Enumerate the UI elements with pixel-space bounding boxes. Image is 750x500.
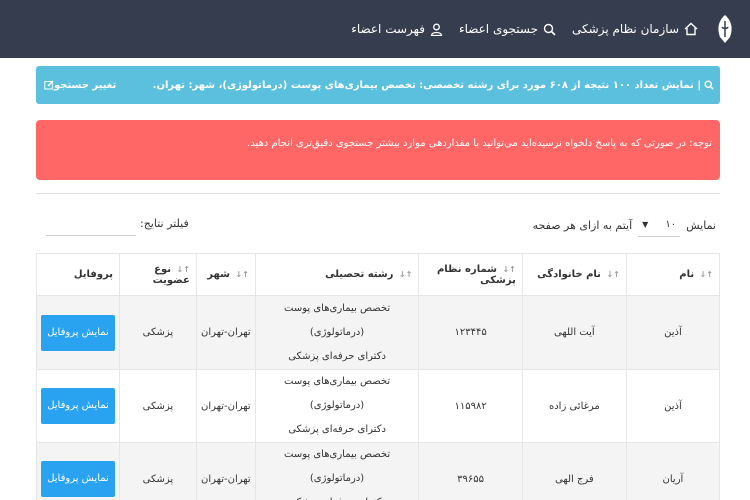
table-header-row: ↑↓ نام ↑↓ نام خانوادگی ↑↓ شماره نظام پزش…: [35, 253, 721, 296]
search-summary-text: | نمایش تعداد ۱۰۰ نتیجه از ۶۰۸ مورد برای…: [152, 79, 701, 91]
cell-last-name: آیت اللهی: [521, 295, 627, 370]
filter-input[interactable]: [46, 210, 136, 236]
home-icon: [684, 22, 698, 36]
change-search-link[interactable]: تغییر جستجو: [42, 80, 116, 91]
cell-number: ۱۱۵۹۸۲: [418, 369, 523, 443]
cell-first-name: آریان: [625, 442, 721, 500]
cell-membership: پزشکی: [119, 442, 197, 500]
items-per-page-label: آیتم به ازای هر صفحه: [532, 218, 633, 232]
nav-search-label: جستجوی اعضاء: [458, 22, 539, 36]
navbar: سازمان نظام پزشکی جستجوی اعضاء فهرست اعض…: [0, 0, 750, 58]
page-length-value: ۱۰: [665, 219, 677, 230]
cell-profile: نمایش پروفایل: [35, 442, 121, 500]
show-profile-button[interactable]: نمایش پروفایل: [41, 461, 116, 497]
search-icon: [543, 23, 556, 36]
field-degree: دکترای حرفه‌ای پزشکی: [260, 491, 415, 500]
cell-number: ۳۹۶۵۵: [418, 442, 523, 500]
col-header-number[interactable]: ↑↓ شماره نظام پزشکی: [418, 253, 523, 296]
col-header-city[interactable]: ↑↓ شهر: [195, 253, 256, 296]
table-row: آریان فرج الهی ۳۹۶۵۵ تخصص بیماری‌های پوس…: [35, 442, 721, 500]
search-icon: [704, 80, 714, 90]
field-specialty: تخصص بیماری‌های پوست (درماتولوژی): [284, 376, 391, 411]
table-controls: نمایش ۱۰ ▼ آیتم به ازای هر صفحه فیلتر نت…: [36, 210, 720, 240]
alert-text: توجه: در صورتی که به پاسخ دلخواه نرسیده‌…: [247, 138, 712, 149]
search-info-bar: | نمایش تعداد ۱۰۰ نتیجه از ۶۰۸ مورد برای…: [36, 66, 720, 104]
cell-city: تهران-تهران: [195, 295, 256, 370]
results-table: ↑↓ نام ↑↓ نام خانوادگی ↑↓ شماره نظام پزش…: [35, 253, 721, 500]
cell-last-name: مرغائی زاده: [521, 369, 627, 443]
cell-profile: نمایش پروفایل: [35, 369, 121, 443]
user-icon: [430, 23, 443, 36]
edit-icon: [44, 80, 54, 90]
show-profile-button[interactable]: نمایش پروفایل: [41, 314, 116, 351]
main-content: | نمایش تعداد ۱۰۰ نتیجه از ۶۰۸ مورد برای…: [0, 58, 750, 500]
cell-profile: نمایش پروفایل: [35, 295, 121, 370]
nav-search-members[interactable]: جستجوی اعضاء: [459, 22, 556, 36]
col-header-membership[interactable]: ↑↓ نوع عضویت: [119, 253, 197, 296]
cell-field: تخصص بیماری‌های پوست (درماتولوژی) دکترای…: [254, 369, 420, 443]
warning-alert: توجه: در صورتی که به پاسخ دلخواه نرسیده‌…: [36, 120, 720, 180]
cell-field: تخصص بیماری‌های پوست (درماتولوژی) دکترای…: [254, 295, 420, 370]
chevron-down-icon: ▼: [642, 220, 649, 229]
site-logo[interactable]: [712, 11, 738, 47]
nav-members-list[interactable]: فهرست اعضاء: [351, 22, 443, 36]
field-specialty: تخصص بیماری‌های پوست (درماتولوژی): [284, 302, 391, 338]
cell-first-name: آذین: [625, 295, 721, 370]
search-summary: | نمایش تعداد ۱۰۰ نتیجه از ۶۰۸ مورد برای…: [153, 80, 714, 91]
field-degree: دکترای حرفه‌ای پزشکی: [288, 424, 386, 435]
cell-city: تهران-تهران: [195, 442, 256, 500]
table-row: آذین آیت اللهی ۱۲۳۴۴۵ تخصص بیماری‌های پو…: [35, 295, 721, 370]
table-row: آذین مرغائی زاده ۱۱۵۹۸۲ تخصص بیماری‌های …: [35, 369, 721, 443]
page-length-control: نمایش ۱۰ ▼ آیتم به ازای هر صفحه: [533, 213, 716, 237]
col-header-field[interactable]: ↑↓ رشته تحصیلی: [254, 253, 420, 296]
cell-membership: پزشکی: [119, 369, 197, 443]
field-specialty: تخصص بیماری‌های پوست (درماتولوژی): [284, 449, 391, 484]
nav-members-label: فهرست اعضاء: [351, 22, 425, 36]
nav-home[interactable]: سازمان نظام پزشکی: [572, 22, 698, 36]
col-header-first-name[interactable]: ↑↓ نام: [625, 253, 721, 296]
filter-control: فیلتر نتایج:: [46, 210, 189, 236]
page-length-select[interactable]: ۱۰ ▼: [638, 213, 681, 237]
cell-first-name: آذین: [625, 369, 721, 443]
filter-label: فیلتر نتایج:: [140, 216, 189, 230]
cell-last-name: فرج الهی: [521, 442, 627, 500]
cell-number: ۱۲۳۴۴۵: [418, 295, 523, 370]
cell-city: تهران-تهران: [195, 369, 256, 443]
col-header-profile: پروفایل: [35, 253, 121, 296]
show-profile-button[interactable]: نمایش پروفایل: [41, 388, 116, 424]
cell-field: تخصص بیماری‌های پوست (درماتولوژی) دکترای…: [254, 442, 420, 500]
field-degree: دکترای حرفه‌ای پزشکی: [288, 350, 386, 362]
change-search-label: تغییر جستجو: [54, 79, 117, 91]
nav-home-label: سازمان نظام پزشکی: [572, 22, 679, 36]
show-label: نمایش: [686, 218, 716, 232]
col-header-last-name[interactable]: ↑↓ نام خانوادگی: [521, 253, 627, 296]
divider: [36, 193, 720, 194]
cell-membership: پزشکی: [119, 295, 197, 370]
